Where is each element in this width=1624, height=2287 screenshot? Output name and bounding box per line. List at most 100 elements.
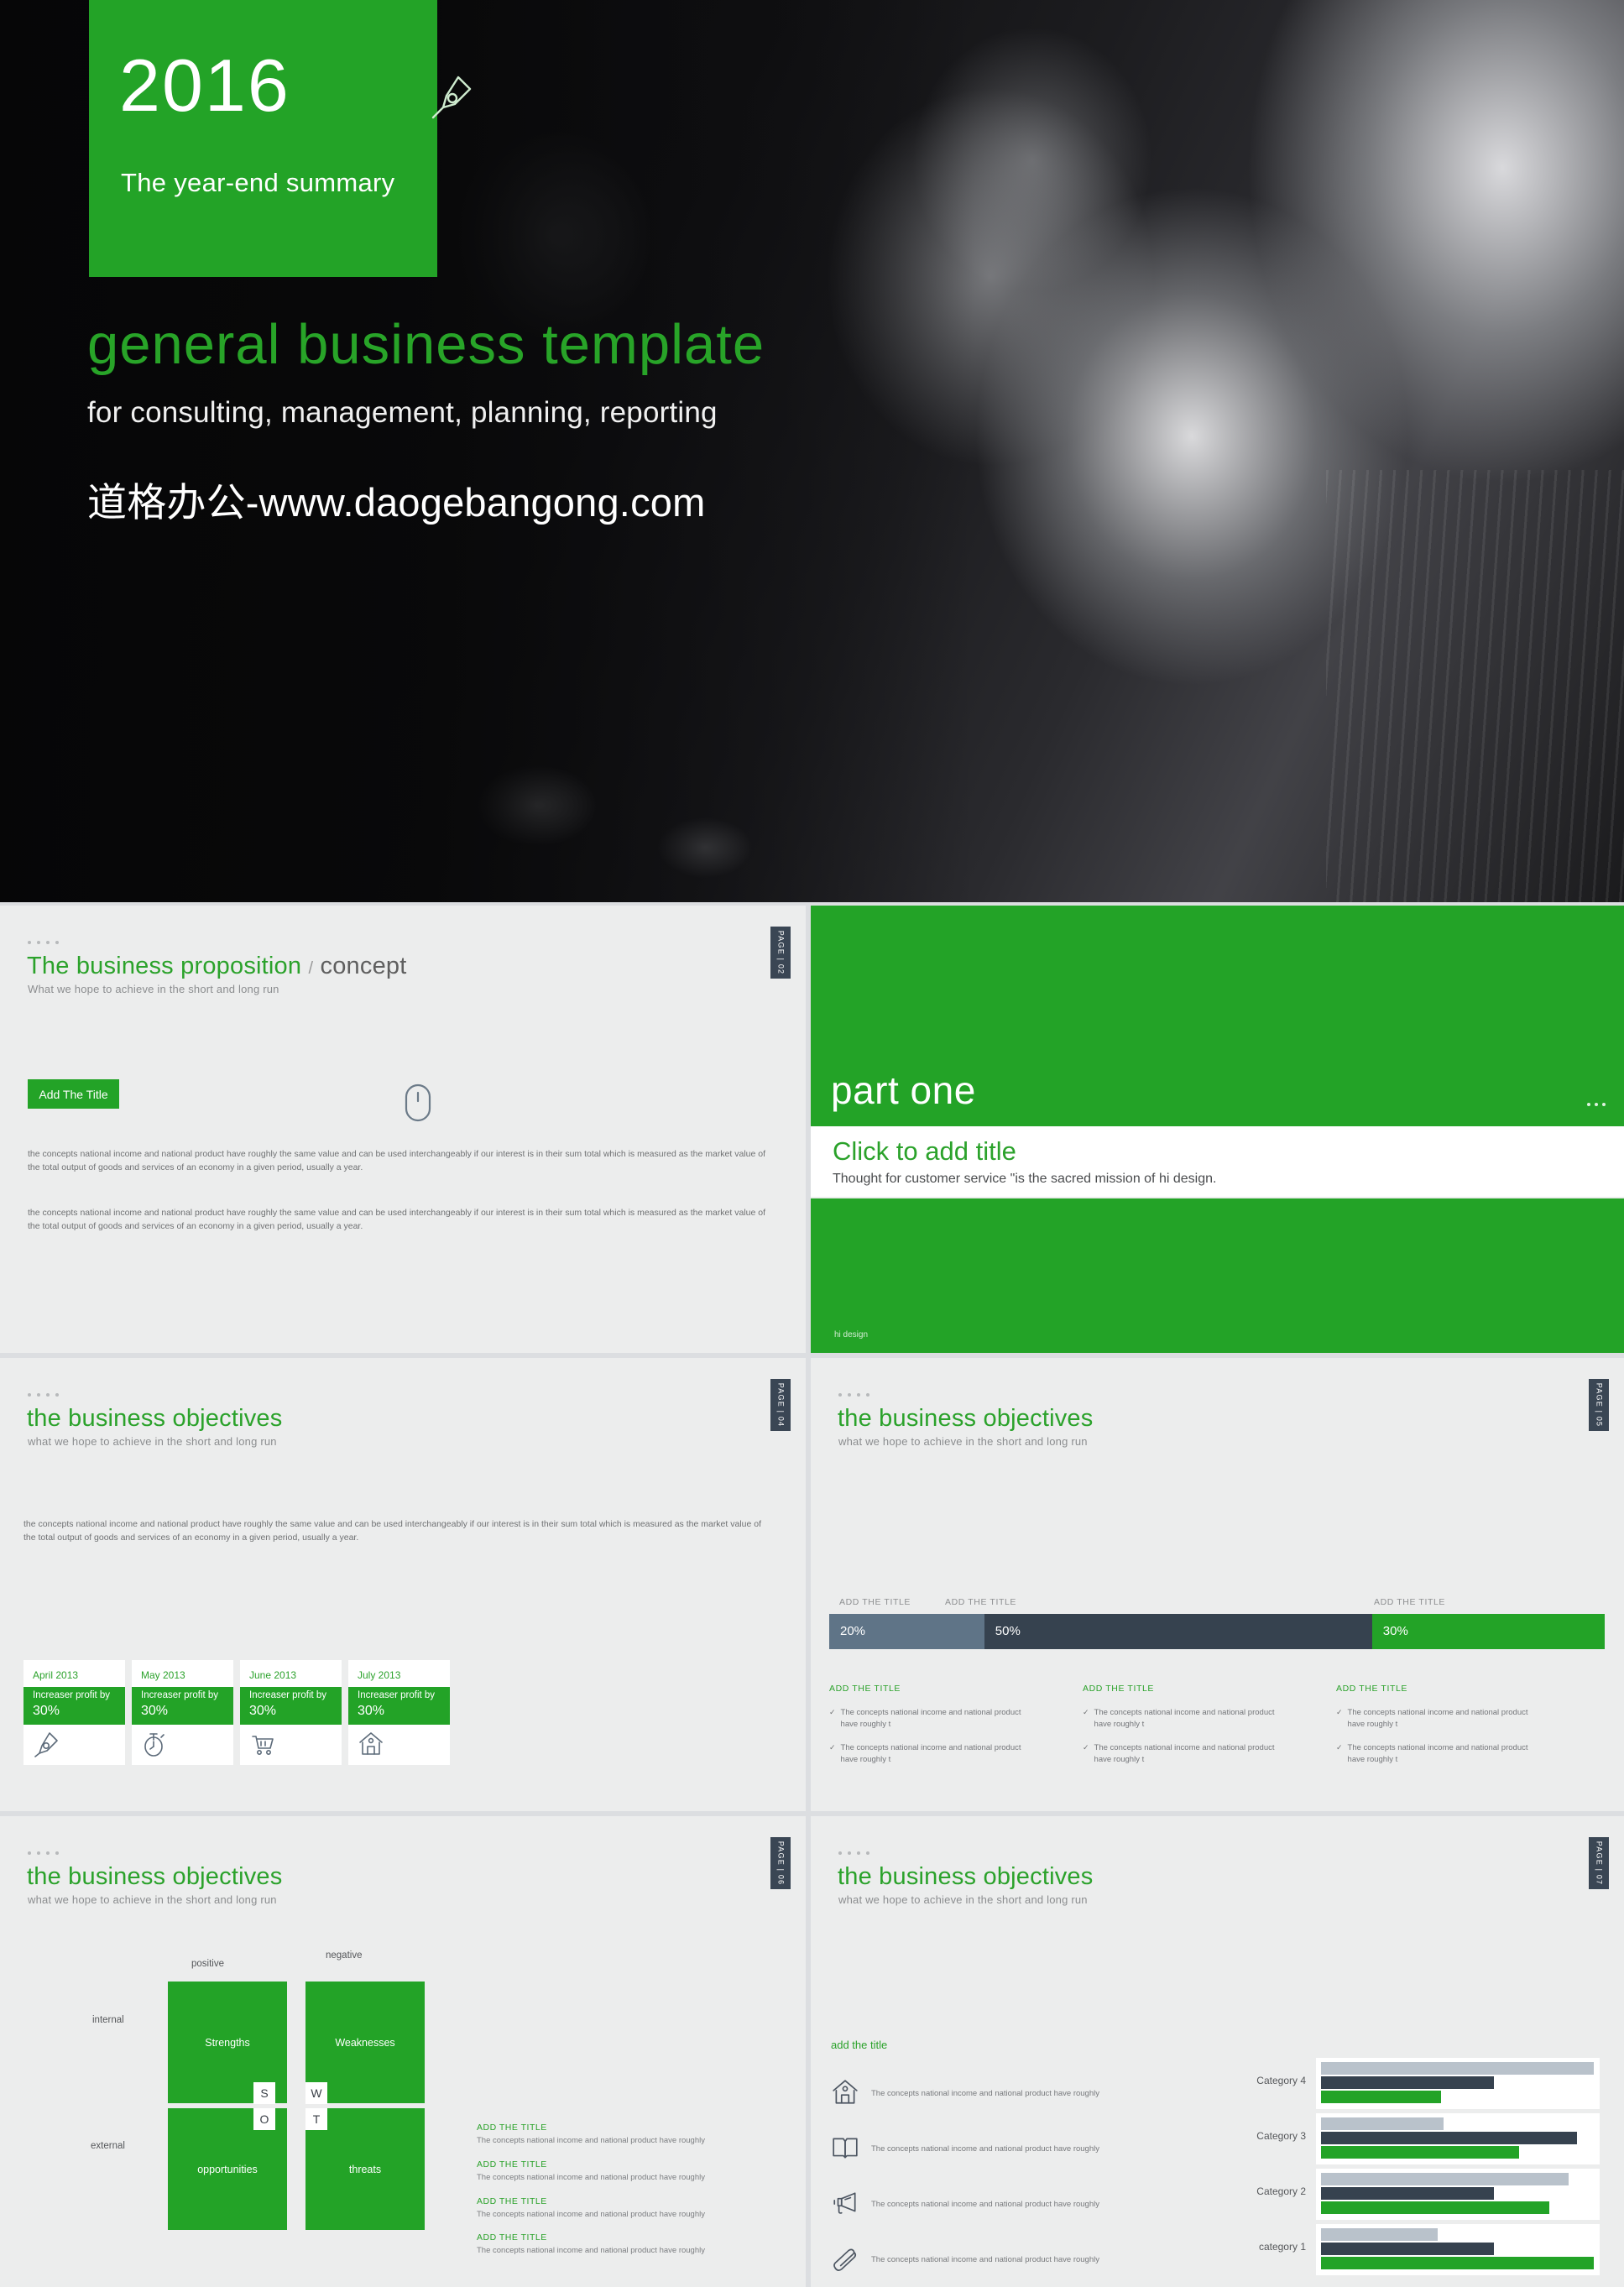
pen-nib-icon [425,70,477,127]
list-item: The concepts national income and nationa… [831,2066,1099,2122]
page-title-alt: concept [320,953,407,979]
page-title: the business objectives [838,1863,1094,1890]
presentation-preview: 2016 The year-end summary general busine… [0,0,1624,2287]
page-badge: PAGE | 02 [770,927,791,979]
chart-bar-series-2 [1321,2243,1494,2255]
slide-dots [28,1851,59,1855]
slide-objectives-chart[interactable]: the business objectives what we hope to … [811,1816,1624,2287]
card-date: June 2013 [249,1669,297,1681]
segment-bar: 20% [829,1614,984,1649]
list-item: ✓ The concepts national income and natio… [1083,1742,1318,1767]
objective-cards: April 2013 Increaser profit by 30% May 2… [23,1660,450,1765]
list-item: ADD THE TITLE The concepts national inco… [477,2159,745,2184]
list-item-heading: ADD THE TITLE [477,2232,547,2243]
list-item-text: The concepts national income and nationa… [840,1742,1021,1764]
column-heading: ADD THE TITLE [1336,1684,1408,1694]
list-item-text: The concepts national income and nationa… [477,2136,705,2145]
chart-bar-series-3 [1321,2091,1441,2103]
page-badge: PAGE | 04 [770,1379,791,1431]
list-item-text: The concepts national income and nationa… [871,2143,1099,2154]
page-badge-label: PAGE | 06 [776,1841,785,1886]
chart-bar-series-1 [1321,2062,1595,2075]
objective-card[interactable]: April 2013 Increaser profit by 30% [23,1660,125,1765]
page-subtitle: what we hope to achieve in the short and… [838,1893,1088,1906]
axis-label-external: external [91,2141,125,2151]
list-item-text: The concepts national income and nationa… [1094,1708,1275,1730]
paragraph-2: the concepts national income and nationa… [28,1208,766,1232]
segment-value: 20% [840,1624,866,1638]
slide-business-proposition[interactable]: The business proposition / concept What … [0,906,806,1353]
card-highlight: Increaser profit by 30% [240,1687,342,1725]
list-item: ✓ The concepts national income and natio… [1336,1707,1571,1731]
chart-row: category 1 [1205,2224,1600,2275]
swot-letter-s: S [253,2082,275,2104]
list-item: ✓ The concepts national income and natio… [829,1707,1064,1731]
card-value: 30% [358,1704,385,1718]
chart-bar-series-1 [1321,2173,1569,2185]
card-value: 30% [141,1704,169,1718]
objective-card[interactable]: June 2013 Increaser profit by 30% [240,1660,342,1765]
paragraph-1: the concepts national income and nationa… [28,1149,766,1173]
swot-letter-t: T [305,2108,327,2130]
open-book-icon [831,2133,859,2166]
title-band: Click to add title Thought for customer … [811,1126,1624,1197]
axis-label-positive: positive [191,1959,224,1969]
chart-row: Category 2 [1205,2169,1600,2220]
objective-card[interactable]: May 2013 Increaser profit by 30% [132,1660,233,1765]
slide-part-one[interactable]: part one Click to add title Thought for … [811,906,1624,1353]
list-item: The concepts national income and nationa… [831,2232,1099,2287]
list-item-text: The concepts national income and nationa… [840,1708,1021,1730]
chart-plot-area [1316,2058,1600,2109]
segment-label: ADD THE TITLE [1374,1597,1446,1607]
list-item-text: The concepts national income and nationa… [477,2246,705,2256]
card-highlight: Increaser profit by 30% [132,1687,233,1725]
card-highlight: Increaser profit by 30% [348,1687,450,1725]
slide-dots [838,1393,869,1397]
segment-labels: ADD THE TITLE ADD THE TITLE ADD THE TITL… [829,1597,1605,1611]
list-item-heading: ADD THE TITLE [477,2123,547,2133]
feature-list: The concepts national income and nationa… [831,2066,1099,2287]
page-title: the business objectives [838,1405,1094,1432]
hero-title: general business template [87,313,765,376]
year-caption: The year-end summary [121,168,395,197]
paperclip-icon [831,2244,859,2277]
chart-bar-series-1 [1321,2117,1444,2130]
list-item-heading: ADD THE TITLE [477,2196,547,2206]
chart-category-label: Category 2 [1256,2185,1306,2197]
home-icon [358,1731,384,1762]
list-item-text: The concepts national income and nationa… [1347,1708,1528,1730]
add-title-button[interactable]: Add The Title [28,1079,119,1109]
segment-label: ADD THE TITLE [945,1597,1017,1607]
horizontal-bar-chart: Category 4 Category 3 Category 2 categor… [1205,2058,1600,2275]
list-item: ✓ The concepts national income and natio… [829,1742,1064,1767]
slide-dots [28,941,59,944]
page-subtitle: what we hope to achieve in the short and… [28,1435,277,1448]
chart-title: add the title [831,2039,888,2051]
chart-category-label: category 1 [1258,2241,1306,2253]
card-date: April 2013 [33,1669,79,1681]
chart-plot-area [1316,2169,1600,2220]
card-highlight: Increaser profit by 30% [23,1687,125,1725]
chart-category-label: Category 3 [1256,2130,1306,2142]
slide-objectives-segments[interactable]: the business objectives what we hope to … [811,1358,1624,1811]
paragraph: the concepts national income and nationa… [23,1519,762,1543]
column-heading: ADD THE TITLE [1083,1684,1155,1694]
list-item: ADD THE TITLE The concepts national inco… [477,2123,745,2147]
list-item-text: The concepts national income and nationa… [477,2209,705,2219]
page-title-separator: / [308,959,314,978]
click-to-add-title[interactable]: Click to add title [833,1136,1016,1167]
year-number: 2016 [119,44,290,127]
swot-letter-o: O [253,2108,275,2130]
objective-card[interactable]: July 2013 Increaser profit by 30% [348,1660,450,1765]
list-item-heading: ADD THE TITLE [477,2159,547,2170]
detail-column: ADD THE TITLE ✓ The concepts national in… [829,1684,1064,1777]
slide-objectives-cards[interactable]: the business objectives what we hope to … [0,1358,806,1811]
slide-swot[interactable]: the business objectives what we hope to … [0,1816,806,2287]
page-subtitle: what we hope to achieve in the short and… [838,1435,1088,1448]
check-icon: ✓ [829,1742,836,1752]
chart-bar-series-2 [1321,2132,1578,2144]
part-one-banner: part one [811,906,1624,1126]
hero-subtitle: for consulting, management, planning, re… [87,396,718,429]
axis-label-negative: negative [326,1950,363,1961]
chart-plot-area [1316,2224,1600,2275]
